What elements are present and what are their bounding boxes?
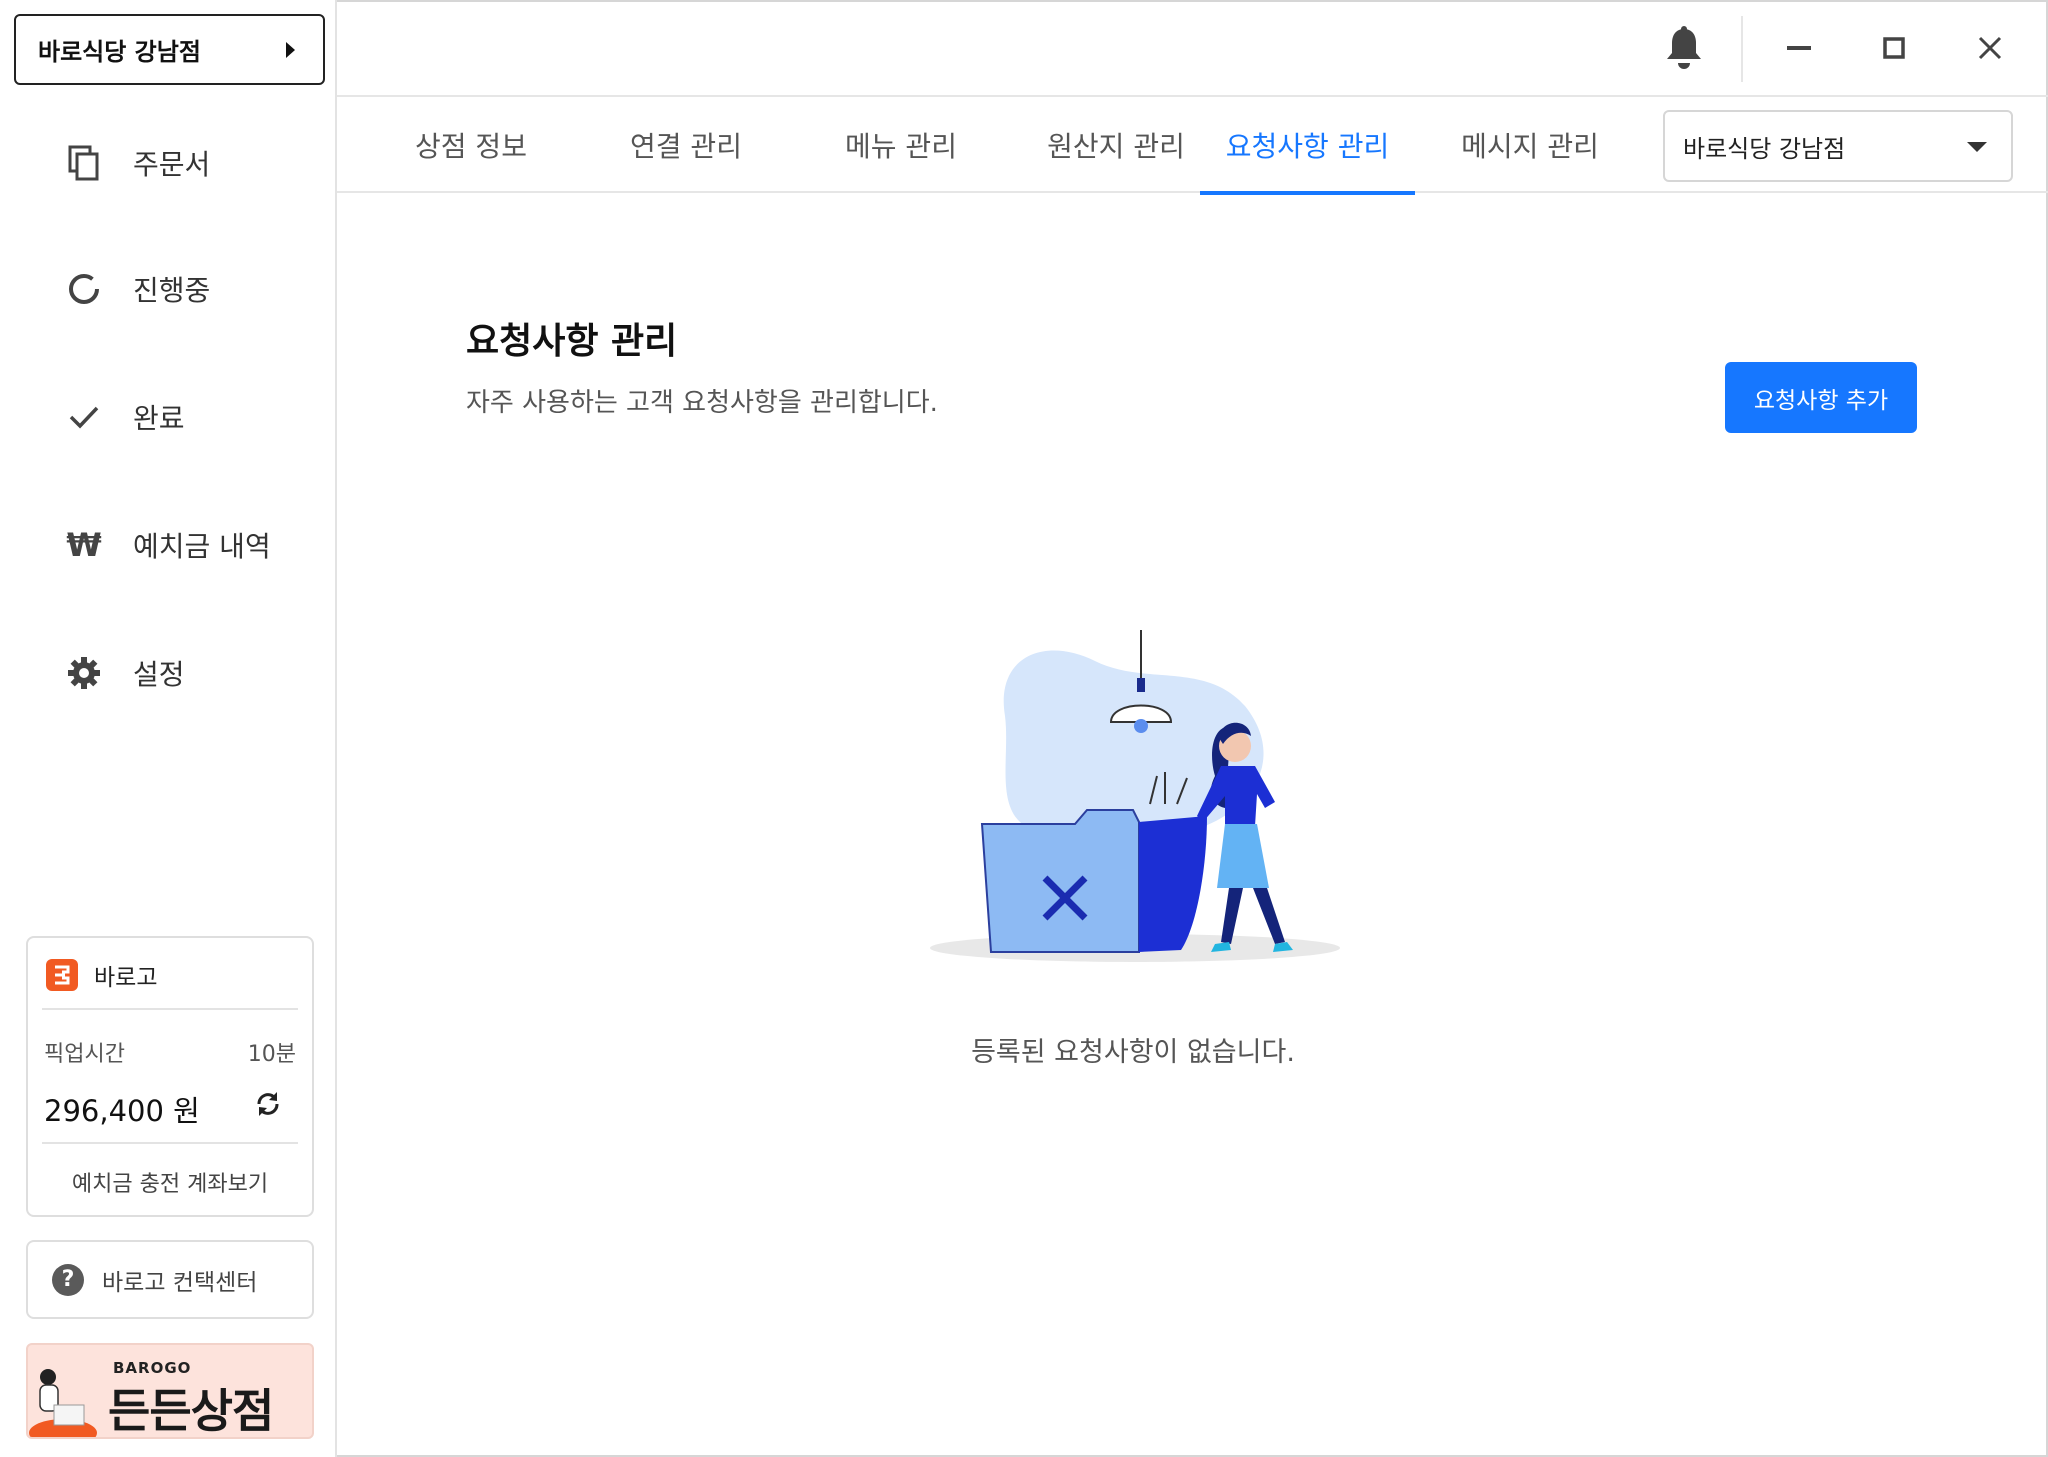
progress-ring-icon — [66, 271, 102, 307]
caret-right-icon — [286, 42, 295, 58]
store-select-value: 바로식당 강남점 — [1683, 134, 1846, 163]
tab-menu[interactable]: 메뉴 관리 — [801, 97, 1001, 193]
tab-connections[interactable]: 연결 관리 — [586, 97, 786, 193]
view-deposit-account-link[interactable]: 예치금 충전 계좌보기 — [28, 1166, 312, 1198]
brand-row: 바로고 — [46, 958, 157, 992]
deposit-balance: 296,400 원 — [44, 1094, 200, 1128]
empty-folder-illustration — [930, 630, 1340, 962]
add-request-button[interactable]: 요청사항 추가 — [1725, 362, 1917, 433]
tab-origin[interactable]: 원산지 관리 — [1016, 97, 1216, 193]
sidebar-item-label: 진행중 — [133, 274, 211, 307]
divider — [42, 1142, 298, 1144]
empty-state-message: 등록된 요청사항이 없습니다. — [971, 1037, 1295, 1068]
maximize-icon[interactable] — [1870, 24, 1918, 72]
close-icon[interactable] — [1966, 24, 2014, 72]
titlebar-separator — [1741, 16, 1743, 82]
sidebar-item-settings[interactable]: 설정 — [0, 638, 335, 708]
tab-requests[interactable]: 요청사항 관리 — [1200, 97, 1415, 195]
barogo-info-card: 바로고 픽업시간 10분 296,400 원 예치금 충전 계좌보기 — [26, 936, 314, 1217]
brand-name: 바로고 — [94, 965, 158, 991]
copy-icon — [66, 145, 102, 181]
page-title: 요청사항 관리 — [466, 321, 678, 362]
store-switch-button[interactable]: 바로식당 강남점 — [14, 14, 325, 85]
sidebar-item-label: 예치금 내역 — [133, 530, 271, 563]
banner-person-illustration — [29, 1369, 97, 1437]
sidebar-item-deposit-history[interactable]: ₩ 예치금 내역 — [0, 510, 335, 580]
gear-icon — [66, 655, 102, 691]
divider — [42, 1008, 298, 1010]
banner-title: 든든상점 — [108, 1384, 274, 1438]
tab-messages[interactable]: 메시지 관리 — [1430, 97, 1630, 193]
store-select[interactable]: 바로식당 강남점 — [1663, 110, 2013, 182]
check-icon — [66, 399, 102, 435]
contact-center-label: 바로고 컨택센터 — [102, 1269, 258, 1296]
help-icon: ? — [52, 1263, 84, 1296]
barogo-logo-icon — [46, 959, 78, 991]
page-description: 자주 사용하는 고객 요청사항을 관리합니다. — [466, 388, 938, 418]
sidebar: 바로식당 강남점 주문서 진행중 완료 ₩ 예치금 내역 설정 바로고 픽업시간… — [0, 0, 337, 1457]
sidebar-item-in-progress[interactable]: 진행중 — [0, 254, 335, 324]
sidebar-item-label: 설정 — [133, 658, 185, 691]
tab-store-info[interactable]: 상점 정보 — [371, 97, 571, 193]
bell-icon[interactable] — [1660, 24, 1708, 72]
chevron-down-icon — [1967, 142, 1987, 152]
contact-center-button[interactable]: ? 바로고 컨택센터 — [26, 1240, 314, 1319]
sidebar-item-orders[interactable]: 주문서 — [0, 128, 335, 198]
sidebar-item-label: 완료 — [133, 402, 185, 435]
minimize-icon[interactable] — [1775, 24, 1823, 72]
store-switch-label: 바로식당 강남점 — [38, 38, 201, 66]
won-icon: ₩ — [66, 526, 102, 564]
sidebar-item-label: 주문서 — [133, 148, 211, 181]
promo-banner[interactable]: BAROGO 든든상점 — [26, 1343, 314, 1439]
sidebar-item-completed[interactable]: 완료 — [0, 382, 335, 452]
refresh-icon[interactable] — [252, 1088, 284, 1120]
